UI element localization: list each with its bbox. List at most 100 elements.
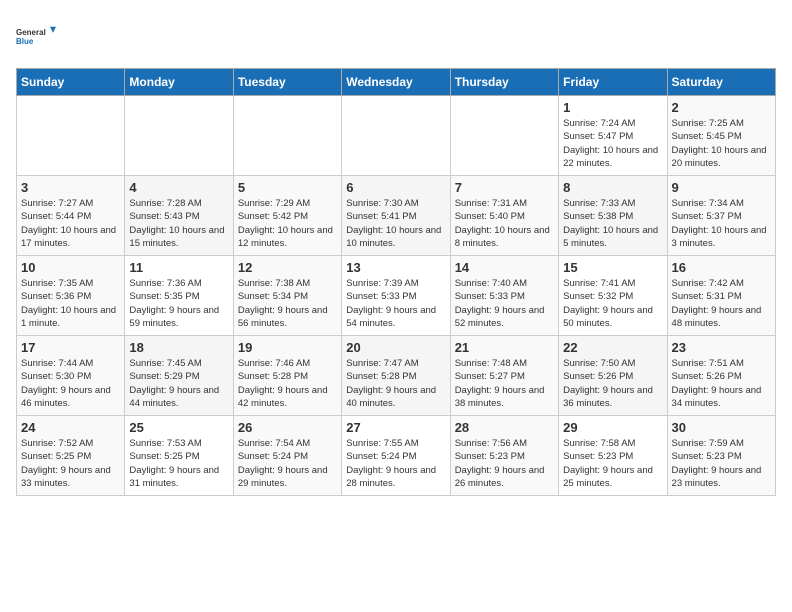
day-number: 11 (129, 260, 228, 275)
day-number: 18 (129, 340, 228, 355)
day-number: 12 (238, 260, 337, 275)
day-info: Sunrise: 7:42 AM Sunset: 5:31 PM Dayligh… (672, 277, 771, 330)
day-number: 1 (563, 100, 662, 115)
day-info: Sunrise: 7:52 AM Sunset: 5:25 PM Dayligh… (21, 437, 120, 490)
logo-svg: General Blue (16, 16, 56, 56)
calendar-cell: 17 Sunrise: 7:44 AM Sunset: 5:30 PM Dayli… (17, 336, 125, 416)
calendar-cell: 25 Sunrise: 7:53 AM Sunset: 5:25 PM Dayli… (125, 416, 233, 496)
day-number: 26 (238, 420, 337, 435)
weekday-header: Monday (125, 69, 233, 96)
day-info: Sunrise: 7:48 AM Sunset: 5:27 PM Dayligh… (455, 357, 554, 410)
calendar-cell (450, 96, 558, 176)
calendar-cell: 16 Sunrise: 7:42 AM Sunset: 5:31 PM Dayli… (667, 256, 775, 336)
calendar-cell: 5Sunrise: 7:29 AM Sunset: 5:42 PM Daylig… (233, 176, 341, 256)
day-number: 20 (346, 340, 445, 355)
day-info: Sunrise: 7:40 AM Sunset: 5:33 PM Dayligh… (455, 277, 554, 330)
day-info: Sunrise: 7:47 AM Sunset: 5:28 PM Dayligh… (346, 357, 445, 410)
calendar-cell: 1 Sunrise: 7:24 AM Sunset: 5:47 PM Daylig… (559, 96, 667, 176)
calendar-cell: 20 Sunrise: 7:47 AM Sunset: 5:28 PM Dayli… (342, 336, 450, 416)
calendar-cell: 9 Sunrise: 7:34 AM Sunset: 5:37 PM Daylig… (667, 176, 775, 256)
day-number: 3 (21, 180, 120, 195)
calendar-cell: 19Sunrise: 7:46 AM Sunset: 5:28 PM Dayli… (233, 336, 341, 416)
day-info: Sunrise: 7:58 AM Sunset: 5:23 PM Dayligh… (563, 437, 662, 490)
calendar-cell: 3 Sunrise: 7:27 AM Sunset: 5:44 PM Daylig… (17, 176, 125, 256)
calendar-table: SundayMondayTuesdayWednesdayThursdayFrid… (16, 68, 776, 496)
day-number: 7 (455, 180, 554, 195)
day-info: Sunrise: 7:35 AM Sunset: 5:36 PM Dayligh… (21, 277, 120, 330)
calendar-cell: 15 Sunrise: 7:41 AM Sunset: 5:32 PM Dayli… (559, 256, 667, 336)
day-number: 27 (346, 420, 445, 435)
day-info: Sunrise: 7:41 AM Sunset: 5:32 PM Dayligh… (563, 277, 662, 330)
calendar-cell: 27 Sunrise: 7:55 AM Sunset: 5:24 PM Dayli… (342, 416, 450, 496)
day-number: 19 (238, 340, 337, 355)
day-number: 2 (672, 100, 771, 115)
day-info: Sunrise: 7:50 AM Sunset: 5:26 PM Dayligh… (563, 357, 662, 410)
day-info: Sunrise: 7:53 AM Sunset: 5:25 PM Dayligh… (129, 437, 228, 490)
day-number: 25 (129, 420, 228, 435)
header-row: SundayMondayTuesdayWednesdayThursdayFrid… (17, 69, 776, 96)
calendar-week-row: 3 Sunrise: 7:27 AM Sunset: 5:44 PM Daylig… (17, 176, 776, 256)
day-info: Sunrise: 7:59 AM Sunset: 5:23 PM Dayligh… (672, 437, 771, 490)
header: General Blue (16, 16, 776, 56)
day-number: 23 (672, 340, 771, 355)
weekday-header: Sunday (17, 69, 125, 96)
day-number: 10 (21, 260, 120, 275)
calendar-cell: 7 Sunrise: 7:31 AM Sunset: 5:40 PM Daylig… (450, 176, 558, 256)
day-number: 5 (238, 180, 337, 195)
day-info: Sunrise: 7:36 AM Sunset: 5:35 PM Dayligh… (129, 277, 228, 330)
calendar-body: 1 Sunrise: 7:24 AM Sunset: 5:47 PM Daylig… (17, 96, 776, 496)
calendar-week-row: 17 Sunrise: 7:44 AM Sunset: 5:30 PM Dayli… (17, 336, 776, 416)
weekday-header: Friday (559, 69, 667, 96)
day-info: Sunrise: 7:31 AM Sunset: 5:40 PM Dayligh… (455, 197, 554, 250)
day-number: 17 (21, 340, 120, 355)
day-info: Sunrise: 7:44 AM Sunset: 5:30 PM Dayligh… (21, 357, 120, 410)
day-info: Sunrise: 7:30 AM Sunset: 5:41 PM Dayligh… (346, 197, 445, 250)
weekday-header: Thursday (450, 69, 558, 96)
day-info: Sunrise: 7:34 AM Sunset: 5:37 PM Dayligh… (672, 197, 771, 250)
calendar-cell: 18 Sunrise: 7:45 AM Sunset: 5:29 PM Dayli… (125, 336, 233, 416)
logo: General Blue (16, 16, 56, 56)
day-info: Sunrise: 7:33 AM Sunset: 5:38 PM Dayligh… (563, 197, 662, 250)
day-info: Sunrise: 7:38 AM Sunset: 5:34 PM Dayligh… (238, 277, 337, 330)
day-number: 15 (563, 260, 662, 275)
day-info: Sunrise: 7:25 AM Sunset: 5:45 PM Dayligh… (672, 117, 771, 170)
calendar-cell: 10 Sunrise: 7:35 AM Sunset: 5:36 PM Dayli… (17, 256, 125, 336)
day-number: 22 (563, 340, 662, 355)
calendar-cell: 28 Sunrise: 7:56 AM Sunset: 5:23 PM Dayli… (450, 416, 558, 496)
day-info: Sunrise: 7:56 AM Sunset: 5:23 PM Dayligh… (455, 437, 554, 490)
day-info: Sunrise: 7:51 AM Sunset: 5:26 PM Dayligh… (672, 357, 771, 410)
day-number: 4 (129, 180, 228, 195)
calendar-cell: 23 Sunrise: 7:51 AM Sunset: 5:26 PM Dayli… (667, 336, 775, 416)
calendar-cell: 30Sunrise: 7:59 AM Sunset: 5:23 PM Dayli… (667, 416, 775, 496)
svg-text:Blue: Blue (16, 37, 34, 46)
calendar-cell: 2 Sunrise: 7:25 AM Sunset: 5:45 PM Daylig… (667, 96, 775, 176)
calendar-week-row: 1 Sunrise: 7:24 AM Sunset: 5:47 PM Daylig… (17, 96, 776, 176)
day-info: Sunrise: 7:54 AM Sunset: 5:24 PM Dayligh… (238, 437, 337, 490)
calendar-cell (17, 96, 125, 176)
day-info: Sunrise: 7:28 AM Sunset: 5:43 PM Dayligh… (129, 197, 228, 250)
day-info: Sunrise: 7:39 AM Sunset: 5:33 PM Dayligh… (346, 277, 445, 330)
day-number: 16 (672, 260, 771, 275)
calendar-week-row: 24 Sunrise: 7:52 AM Sunset: 5:25 PM Dayli… (17, 416, 776, 496)
day-number: 21 (455, 340, 554, 355)
day-info: Sunrise: 7:27 AM Sunset: 5:44 PM Dayligh… (21, 197, 120, 250)
calendar-cell: 29 Sunrise: 7:58 AM Sunset: 5:23 PM Dayli… (559, 416, 667, 496)
day-number: 28 (455, 420, 554, 435)
day-info: Sunrise: 7:24 AM Sunset: 5:47 PM Dayligh… (563, 117, 662, 170)
day-number: 29 (563, 420, 662, 435)
calendar-cell: 21 Sunrise: 7:48 AM Sunset: 5:27 PM Dayli… (450, 336, 558, 416)
weekday-header: Wednesday (342, 69, 450, 96)
calendar-cell: 26 Sunrise: 7:54 AM Sunset: 5:24 PM Dayli… (233, 416, 341, 496)
calendar-header: SundayMondayTuesdayWednesdayThursdayFrid… (17, 69, 776, 96)
day-number: 9 (672, 180, 771, 195)
day-number: 13 (346, 260, 445, 275)
day-number: 24 (21, 420, 120, 435)
calendar-cell: 22 Sunrise: 7:50 AM Sunset: 5:26 PM Dayli… (559, 336, 667, 416)
calendar-cell: 11 Sunrise: 7:36 AM Sunset: 5:35 PM Dayli… (125, 256, 233, 336)
day-info: Sunrise: 7:45 AM Sunset: 5:29 PM Dayligh… (129, 357, 228, 410)
calendar-cell: 24 Sunrise: 7:52 AM Sunset: 5:25 PM Dayli… (17, 416, 125, 496)
day-info: Sunrise: 7:55 AM Sunset: 5:24 PM Dayligh… (346, 437, 445, 490)
calendar-cell: 13 Sunrise: 7:39 AM Sunset: 5:33 PM Dayli… (342, 256, 450, 336)
weekday-header: Saturday (667, 69, 775, 96)
day-number: 6 (346, 180, 445, 195)
